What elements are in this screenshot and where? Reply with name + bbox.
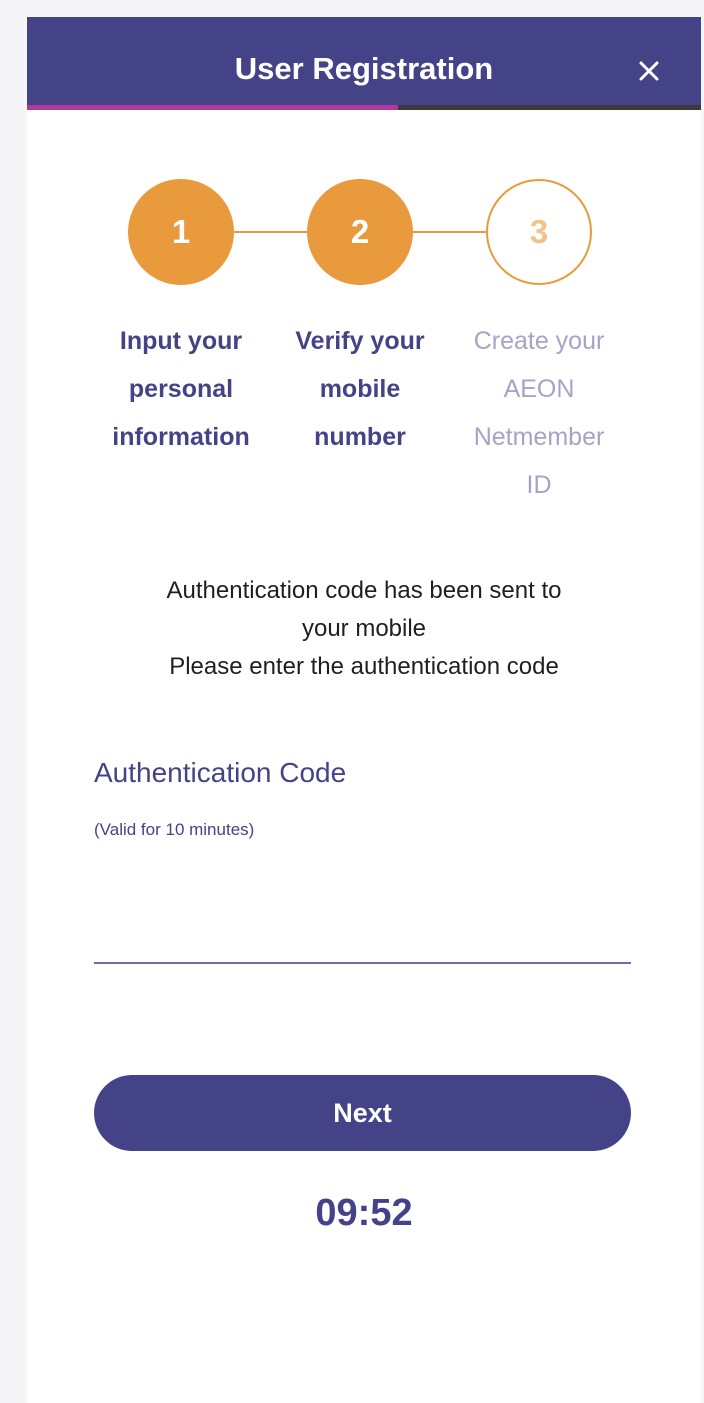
registration-dialog: User Registration 1 2 3 Input your perso… bbox=[27, 17, 701, 1403]
countdown-timer: 09:52 bbox=[315, 1192, 413, 1234]
step-1-label-line: Input your bbox=[119, 327, 243, 355]
step-1-circle: 1 bbox=[128, 179, 234, 285]
next-button[interactable]: Next bbox=[94, 1075, 631, 1151]
instruction-message: Authentication code has been sent to you… bbox=[67, 572, 661, 686]
close-icon bbox=[639, 61, 659, 81]
instruction-line: your mobile bbox=[301, 615, 427, 642]
auth-code-validity-note: (Valid for 10 minutes) bbox=[94, 820, 255, 839]
auth-code-label: Authentication Code bbox=[94, 757, 347, 788]
registration-progress-bar bbox=[27, 105, 701, 110]
step-3-label-line: Create your bbox=[473, 327, 605, 355]
step-2-label: Verify your mobile number bbox=[285, 317, 435, 461]
step-3-label: Create your AEON Netmember ID bbox=[464, 317, 614, 509]
step-1-label-line: personal bbox=[128, 375, 234, 403]
step-3-label-line: AEON bbox=[503, 375, 575, 403]
step-connector-2-3 bbox=[412, 231, 494, 233]
step-1-label: Input your personal information bbox=[106, 317, 256, 461]
registration-progress-fill bbox=[27, 105, 398, 110]
auth-code-input[interactable] bbox=[94, 912, 631, 964]
dialog-header: User Registration bbox=[27, 17, 701, 105]
step-2-label-line: mobile bbox=[319, 375, 401, 403]
step-2-label-line: Verify your bbox=[295, 327, 425, 355]
step-2-label-line: number bbox=[314, 423, 406, 451]
step-3-circle: 3 bbox=[486, 179, 592, 285]
step-1-label-line: information bbox=[112, 423, 250, 451]
instruction-line: Please enter the authentication code bbox=[169, 653, 559, 680]
step-3-label-line: ID bbox=[526, 471, 552, 499]
dialog-title: User Registration bbox=[234, 51, 494, 86]
close-button[interactable] bbox=[627, 49, 671, 93]
step-3-label-line: Netmember bbox=[473, 423, 605, 451]
step-2-circle: 2 bbox=[307, 179, 413, 285]
step-connector-1-2 bbox=[234, 231, 316, 233]
instruction-line: Authentication code has been sent to bbox=[166, 577, 562, 604]
step-indicator: 1 2 3 Input your personal information Ve… bbox=[27, 167, 701, 527]
